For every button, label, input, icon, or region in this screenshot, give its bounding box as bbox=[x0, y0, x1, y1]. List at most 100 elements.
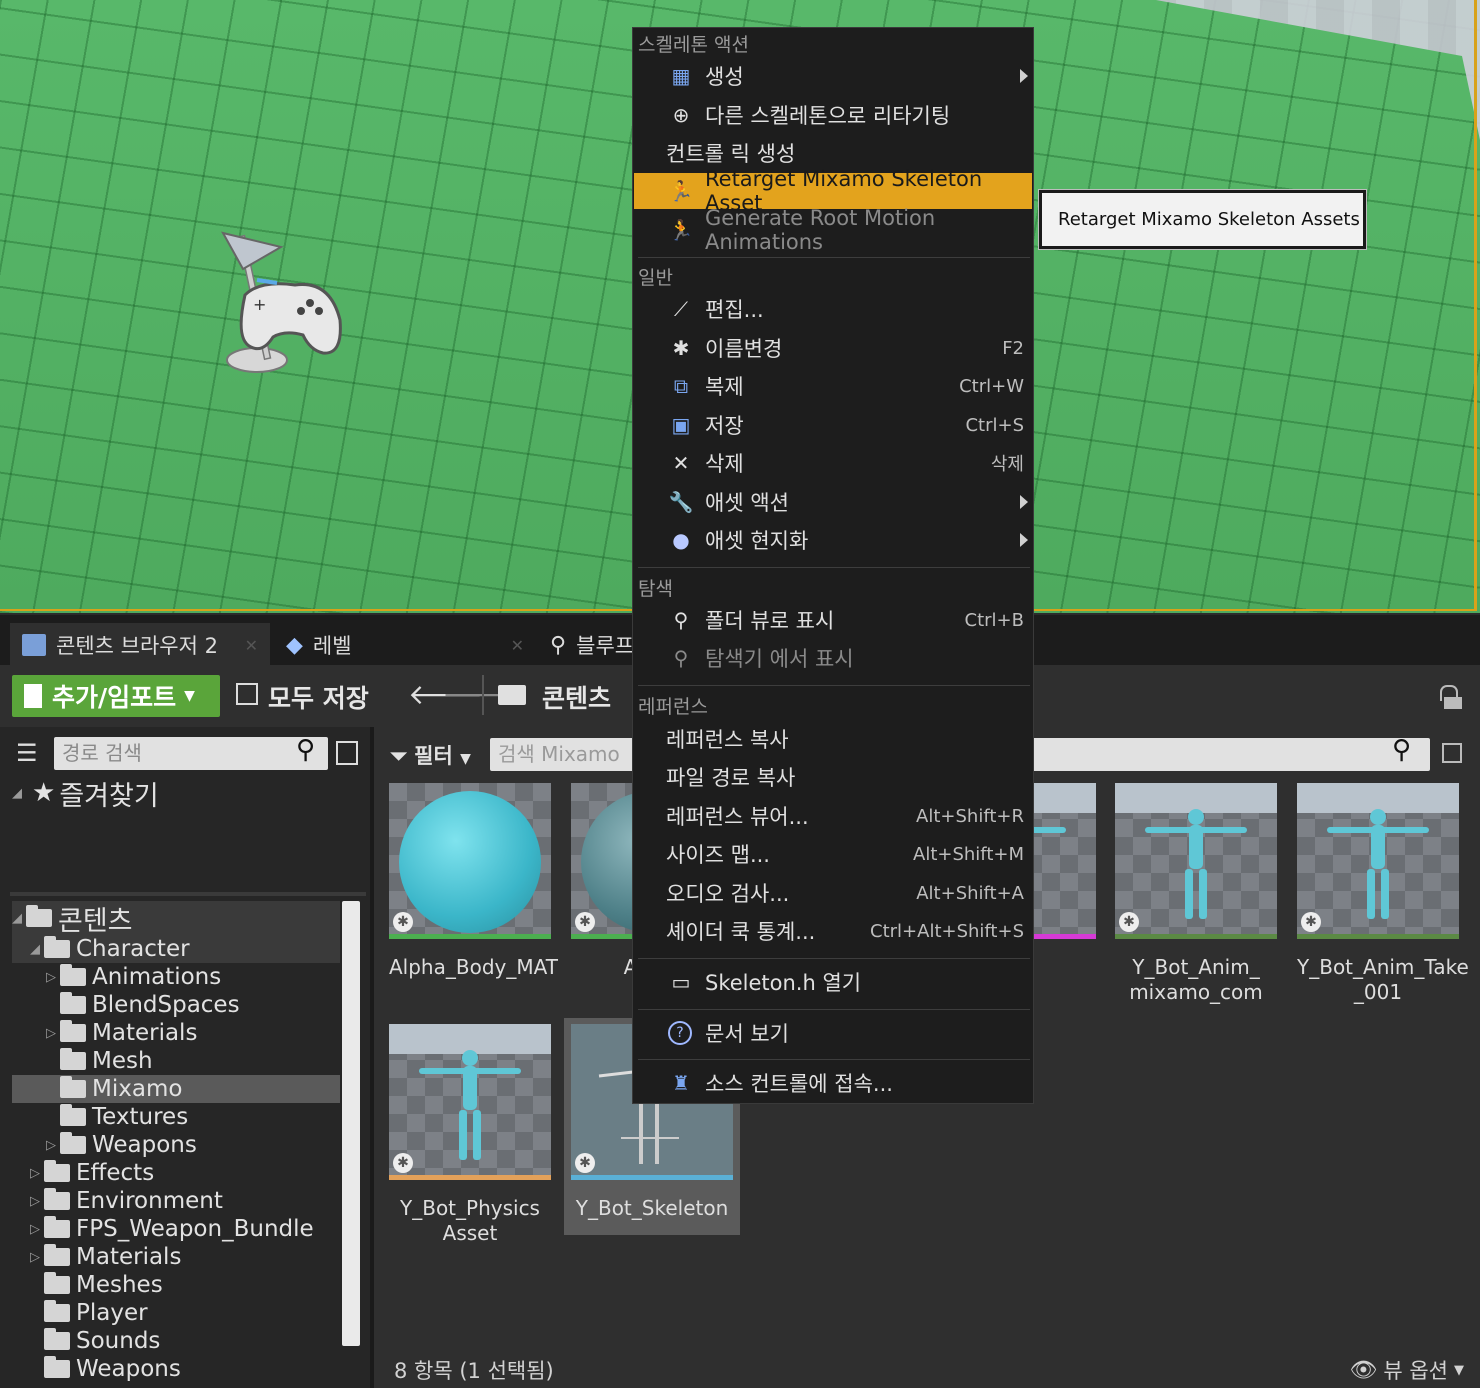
tab-content-browser-2[interactable]: 콘텐츠 브라우저 2 ✕ bbox=[10, 623, 270, 667]
search-icon[interactable]: ⚲ bbox=[1392, 735, 1411, 765]
expand-arrow-icon[interactable]: ▷ bbox=[30, 1222, 44, 1237]
tree-folder-item[interactable]: ◢ 콘텐츠 bbox=[12, 901, 340, 937]
magnifier-icon: ⚲ bbox=[673, 608, 689, 632]
breadcrumb-content[interactable]: 콘텐츠 bbox=[542, 679, 611, 715]
save-all-button[interactable]: 모두 저장 bbox=[268, 679, 369, 715]
tree-folder-label: Sounds bbox=[76, 1328, 161, 1354]
menu-item[interactable]: 오디오 검사... Alt+Shift+A bbox=[634, 875, 1032, 911]
tree-folder-item[interactable]: Meshes bbox=[30, 1271, 163, 1299]
tree-folder-item[interactable]: Sounds bbox=[30, 1327, 160, 1355]
sources-panel: ☰ 경로 검색 ⚲ ◢ ★ 즐겨찾기 ◢ 콘텐츠 ◢ Character ▷ Animat… bbox=[0, 727, 370, 1388]
filter-button[interactable]: ⏷ 필터 ▼ bbox=[390, 740, 471, 770]
menu-item[interactable]: ▣ 저장 Ctrl+S bbox=[634, 407, 1032, 443]
folder-icon bbox=[60, 1020, 86, 1042]
menu-item-label: 소스 컨트롤에 접속... bbox=[705, 1072, 893, 1096]
tab-blueprint[interactable]: ⚲ 블루프 bbox=[540, 623, 640, 667]
menu-item[interactable]: 🏃 Retarget Mixamo Skeleton Asset bbox=[634, 167, 1032, 215]
asset-type-strip bbox=[571, 1175, 733, 1180]
tree-folder-label: FPS_Weapon_Bundle bbox=[76, 1216, 314, 1242]
expand-arrow-icon[interactable]: ▷ bbox=[46, 1138, 60, 1153]
tree-folder-item[interactable]: Player bbox=[30, 1299, 148, 1327]
asset-tile[interactable]: ✱ Alpha_Body_MAT bbox=[389, 783, 558, 980]
tree-folder-item[interactable]: BlendSpaces bbox=[46, 991, 240, 1019]
menu-item-label: 탐색기 에서 표시 bbox=[705, 647, 854, 671]
save-icon[interactable] bbox=[236, 683, 258, 705]
retarget-crosshair-icon: ⊕ bbox=[672, 103, 690, 127]
eye-icon: 👁 bbox=[1349, 1357, 1378, 1383]
blueprint-search-icon: ⚲ bbox=[550, 632, 567, 658]
new-file-icon bbox=[24, 684, 42, 708]
expand-arrow-icon[interactable]: ◢ bbox=[12, 911, 26, 926]
menu-item[interactable]: ⟋ 편집... bbox=[634, 291, 1032, 327]
tree-scrollbar[interactable] bbox=[342, 901, 360, 1346]
menu-item[interactable]: ✱ 이름변경 F2 bbox=[634, 330, 1032, 366]
menu-item[interactable]: ⧉ 복제 Ctrl+W bbox=[634, 368, 1032, 404]
menu-item-label: 저장 bbox=[705, 414, 744, 438]
create-icon: ▦ bbox=[671, 64, 691, 88]
menu-item[interactable]: ⚲ 폴더 뷰로 표시 Ctrl+B bbox=[634, 602, 1032, 638]
path-search-input[interactable]: 경로 검색 bbox=[54, 737, 328, 770]
menu-item[interactable]: 파일 경로 복사 bbox=[634, 759, 1032, 795]
menu-item-label: 파일 경로 복사 bbox=[666, 766, 796, 790]
tree-folder-item[interactable]: Weapons bbox=[30, 1355, 181, 1383]
submenu-arrow-icon bbox=[1020, 495, 1028, 509]
asset-tile[interactable]: ✱ Y_Bot_Anim_ mixamo_com bbox=[1115, 783, 1277, 1005]
view-options-label: 뷰 옵션 bbox=[1383, 1359, 1448, 1383]
menu-item[interactable]: ⊕ 다른 스켈레톤으로 리타기팅 bbox=[634, 97, 1032, 133]
menu-item[interactable]: ♜ 소스 컨트롤에 접속... bbox=[634, 1065, 1032, 1101]
menu-item[interactable]: ▦ 생성 bbox=[634, 58, 1032, 94]
tree-folder-item[interactable]: Mixamo bbox=[12, 1075, 340, 1103]
expand-arrow-icon[interactable]: ◢ bbox=[30, 942, 44, 957]
expand-arrow-icon[interactable]: ▷ bbox=[30, 1250, 44, 1265]
tree-folder-label: Effects bbox=[76, 1160, 155, 1186]
sphere-preview-icon bbox=[399, 791, 541, 933]
search-icon[interactable]: ⚲ bbox=[296, 735, 315, 765]
asset-tile[interactable]: ✱ Y_Bot_Physics Asset bbox=[389, 1024, 551, 1246]
close-icon[interactable]: ✕ bbox=[511, 636, 524, 655]
tree-folder-item[interactable]: ▷ Effects bbox=[30, 1159, 154, 1187]
menu-item[interactable]: ▭ Skeleton.h 열기 bbox=[634, 964, 1032, 1000]
save-search-icon[interactable] bbox=[1442, 743, 1462, 763]
menu-item[interactable]: 🏃 Generate Root Motion Animations bbox=[634, 206, 1032, 254]
tree-folder-item[interactable]: ▷ Animations bbox=[46, 963, 221, 991]
close-icon[interactable]: ✕ bbox=[245, 636, 258, 655]
tooltip-text: Retarget Mixamo Skeleton Assets bbox=[1058, 209, 1360, 230]
menu-item[interactable]: ✕ 삭제 삭제 bbox=[634, 445, 1032, 481]
asset-badge-icon: ✱ bbox=[393, 1153, 413, 1173]
menu-item[interactable]: 컨트롤 릭 생성 bbox=[634, 135, 1032, 171]
tree-folder-item[interactable]: ▷ Weapons bbox=[46, 1131, 197, 1159]
asset-tile[interactable]: ✱ Y_Bot_Anim_Take _001 bbox=[1297, 783, 1469, 1005]
tree-toggle-icon[interactable]: ☰ bbox=[16, 739, 38, 767]
expand-arrow-icon[interactable]: ▷ bbox=[30, 1166, 44, 1181]
panel-splitter[interactable] bbox=[370, 727, 374, 1388]
add-import-button[interactable]: 추가/임포트 ▼ bbox=[12, 675, 220, 717]
menu-item[interactable]: ⚲ 탐색기 에서 표시 bbox=[634, 640, 1032, 676]
tree-folder-item[interactable]: ▷ Materials bbox=[46, 1019, 197, 1047]
menu-item[interactable]: 레퍼런스 복사 bbox=[634, 721, 1032, 757]
menu-item[interactable]: 레퍼런스 뷰어... Alt+Shift+R bbox=[634, 798, 1032, 834]
expand-arrow-icon[interactable]: ▷ bbox=[46, 970, 60, 985]
asset-thumbnail: ✱ bbox=[389, 1024, 551, 1180]
asset-type-strip bbox=[1297, 934, 1459, 939]
view-options-button[interactable]: 👁 뷰 옵션 ▼ bbox=[1349, 1355, 1464, 1385]
favorites-header[interactable]: ◢ ★ 즐겨찾기 bbox=[12, 778, 159, 812]
expand-arrow-icon[interactable]: ▷ bbox=[30, 1194, 44, 1209]
folder-icon bbox=[60, 1076, 86, 1098]
tree-folder-item[interactable]: ▷ Materials bbox=[30, 1243, 181, 1271]
folder-icon bbox=[44, 1244, 70, 1266]
menu-item[interactable]: 셰이더 쿡 통계... Ctrl+Alt+Shift+S bbox=[634, 913, 1032, 949]
menu-item[interactable]: ● 애셋 현지화 bbox=[634, 522, 1032, 558]
list-options-icon[interactable] bbox=[336, 741, 358, 765]
expand-arrow-icon[interactable]: ▷ bbox=[46, 1026, 60, 1041]
tree-folder-item[interactable]: ▷ FPS_Weapon_Bundle bbox=[30, 1215, 314, 1243]
tree-folder-item[interactable]: ◢ Character bbox=[12, 935, 340, 963]
tree-folder-item[interactable]: Mesh bbox=[46, 1047, 153, 1075]
tree-folder-label: Materials bbox=[92, 1020, 198, 1046]
tab-level[interactable]: ◆ 레벨 ✕ bbox=[274, 623, 536, 667]
collapse-arrow-icon[interactable]: ◢ bbox=[12, 786, 26, 801]
menu-item[interactable]: 사이즈 맵... Alt+Shift+M bbox=[634, 836, 1032, 872]
menu-item[interactable]: 🔧 애셋 액션 bbox=[634, 484, 1032, 520]
tree-folder-item[interactable]: Textures bbox=[46, 1103, 188, 1131]
tree-folder-item[interactable]: ▷ Environment bbox=[30, 1187, 223, 1215]
menu-item[interactable]: ? 문서 보기 bbox=[634, 1015, 1032, 1051]
